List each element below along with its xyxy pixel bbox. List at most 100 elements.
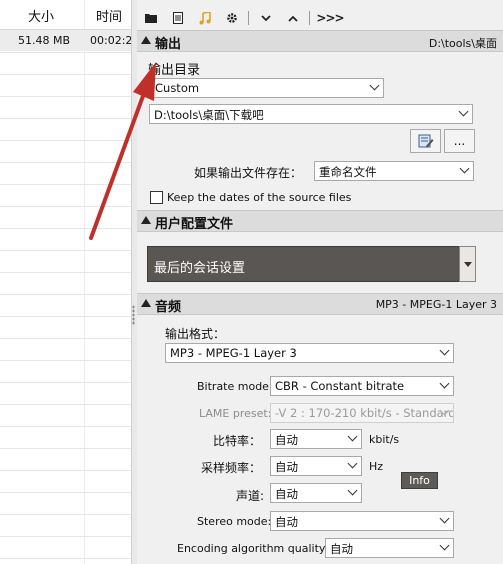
row-divider [0, 316, 131, 317]
path-value: D:\tools\桌面\下载吧 [154, 108, 264, 122]
document-icon[interactable] [164, 7, 191, 29]
output-format-select[interactable]: MP3 - MPEG-1 Layer 3 [165, 343, 454, 363]
select-value: 自动 [330, 542, 353, 556]
column-header-size[interactable]: 大小 [28, 6, 54, 30]
chevron-down-icon [439, 540, 450, 551]
chevron-up-icon[interactable] [279, 7, 306, 29]
select-value: 自动 [275, 515, 298, 529]
chevron-down-icon [347, 458, 358, 469]
bitrate-unit: kbit/s [369, 433, 400, 446]
select-value: Custom [155, 81, 200, 95]
collapse-triangle-icon[interactable] [141, 299, 151, 307]
row-divider [0, 338, 131, 339]
stereo-mode-select[interactable]: 自动 [270, 511, 454, 531]
stereo-mode-label: Stereo mode: [197, 515, 272, 528]
chevron-down-icon [458, 106, 469, 117]
collapse-triangle-icon[interactable] [141, 216, 151, 224]
row-divider [0, 52, 131, 53]
keep-dates-label[interactable]: Keep the dates of the source files [167, 191, 351, 204]
row-divider [0, 492, 131, 493]
row-divider [0, 360, 131, 361]
audio-format-summary: MP3 - MPEG-1 Layer 3 [375, 298, 497, 311]
row-divider [0, 294, 131, 295]
row-divider [0, 426, 131, 427]
row-divider [0, 448, 131, 449]
section-title: 输出 [155, 37, 182, 52]
chevron-down-icon [439, 378, 450, 389]
chevron-down-icon [347, 485, 358, 496]
output-dir-mode-select[interactable]: Custom [150, 78, 384, 98]
row-divider [0, 184, 131, 185]
keep-dates-checkbox[interactable] [150, 191, 163, 204]
row-divider [0, 228, 131, 229]
chevron-down-icon [369, 80, 380, 91]
output-format-label: 输出格式： [165, 327, 226, 341]
row-divider [0, 470, 131, 471]
output-section-header[interactable]: 输出 D:\tools\桌面 [137, 30, 503, 52]
channels-label: 声道: [236, 489, 265, 503]
select-value: 自动 [275, 487, 298, 501]
row-divider [0, 382, 131, 383]
row-divider [0, 140, 131, 141]
select-value: 最后的会话设置 [154, 261, 246, 276]
select-value: MP3 - MPEG-1 Layer 3 [170, 346, 297, 360]
row-time-cell: 00:02:20 [90, 34, 131, 47]
channels-select[interactable]: 自动 [270, 483, 362, 503]
triangle-down-icon [464, 262, 472, 267]
row-divider [0, 536, 131, 537]
info-button[interactable]: Info [401, 472, 438, 489]
toolbar-separator [248, 11, 249, 25]
select-value: 自动 [275, 460, 298, 474]
row-divider [0, 250, 131, 251]
folder-icon[interactable] [137, 7, 164, 29]
row-divider [0, 96, 131, 97]
if-exists-label: 如果输出文件存在： [194, 166, 303, 180]
chevron-down-icon[interactable] [252, 7, 279, 29]
row-divider [0, 162, 131, 163]
splitter-grip-icon[interactable] [132, 305, 135, 325]
chevron-down-icon [347, 431, 358, 442]
more-icon[interactable]: >>> [313, 7, 347, 29]
profile-dropdown-button[interactable] [459, 246, 476, 282]
column-header-time[interactable]: 时间 [96, 6, 122, 30]
settings-pane: >>> 输出 D:\tools\桌面 输出目录 Custom D:\tools\… [137, 0, 503, 564]
edit-path-button[interactable] [410, 129, 441, 153]
column-separator [84, 0, 85, 564]
lame-preset-label: LAME preset: [199, 407, 272, 420]
if-exists-select[interactable]: 重命名文件 [314, 161, 474, 181]
row-divider [0, 558, 131, 559]
row-divider [0, 404, 131, 405]
bitrate-label: 比特率： [213, 434, 262, 448]
browse-button[interactable]: ... [444, 129, 475, 153]
select-value: 自动 [275, 433, 298, 447]
bitrate-mode-select[interactable]: CBR - Constant bitrate [270, 376, 454, 396]
sample-rate-unit: Hz [369, 460, 384, 473]
file-list-pane: 大小 时间 51.48 MB 00:02:20 [0, 0, 131, 564]
music-note-icon[interactable] [191, 7, 218, 29]
row-size-cell: 51.48 MB [18, 34, 71, 47]
select-value: -V 2 : 170-210 kbit/s - Standard [275, 406, 454, 420]
row-divider [0, 272, 131, 273]
chevron-down-icon [439, 513, 450, 524]
collapse-triangle-icon[interactable] [141, 36, 151, 44]
select-value: 重命名文件 [319, 165, 377, 179]
row-divider [0, 514, 131, 515]
row-divider [0, 118, 131, 119]
edit-icon [418, 134, 433, 148]
bitrate-mode-label: Bitrate mode: [197, 380, 273, 393]
chevron-down-icon [459, 163, 470, 174]
toolbar-separator [309, 11, 310, 25]
audio-section-header[interactable]: 音频 MP3 - MPEG-1 Layer 3 [137, 293, 503, 315]
gear-icon[interactable] [218, 7, 245, 29]
output-dir-path-combo[interactable]: D:\tools\桌面\下载吧 [149, 104, 473, 124]
sample-rate-select[interactable]: 自动 [270, 456, 362, 476]
section-title: 用户配置文件 [155, 217, 234, 232]
output-dir-label: 输出目录 [148, 63, 201, 78]
profile-section-header[interactable]: 用户配置文件 [137, 210, 503, 232]
encoding-quality-label: Encoding algorithm quality: [177, 542, 329, 555]
section-title: 音频 [155, 300, 182, 315]
bitrate-select[interactable]: 自动 [270, 429, 362, 449]
encoding-quality-select[interactable]: 自动 [325, 538, 454, 558]
profile-select[interactable]: 最后的会话设置 [147, 246, 476, 282]
row-divider [0, 74, 131, 75]
